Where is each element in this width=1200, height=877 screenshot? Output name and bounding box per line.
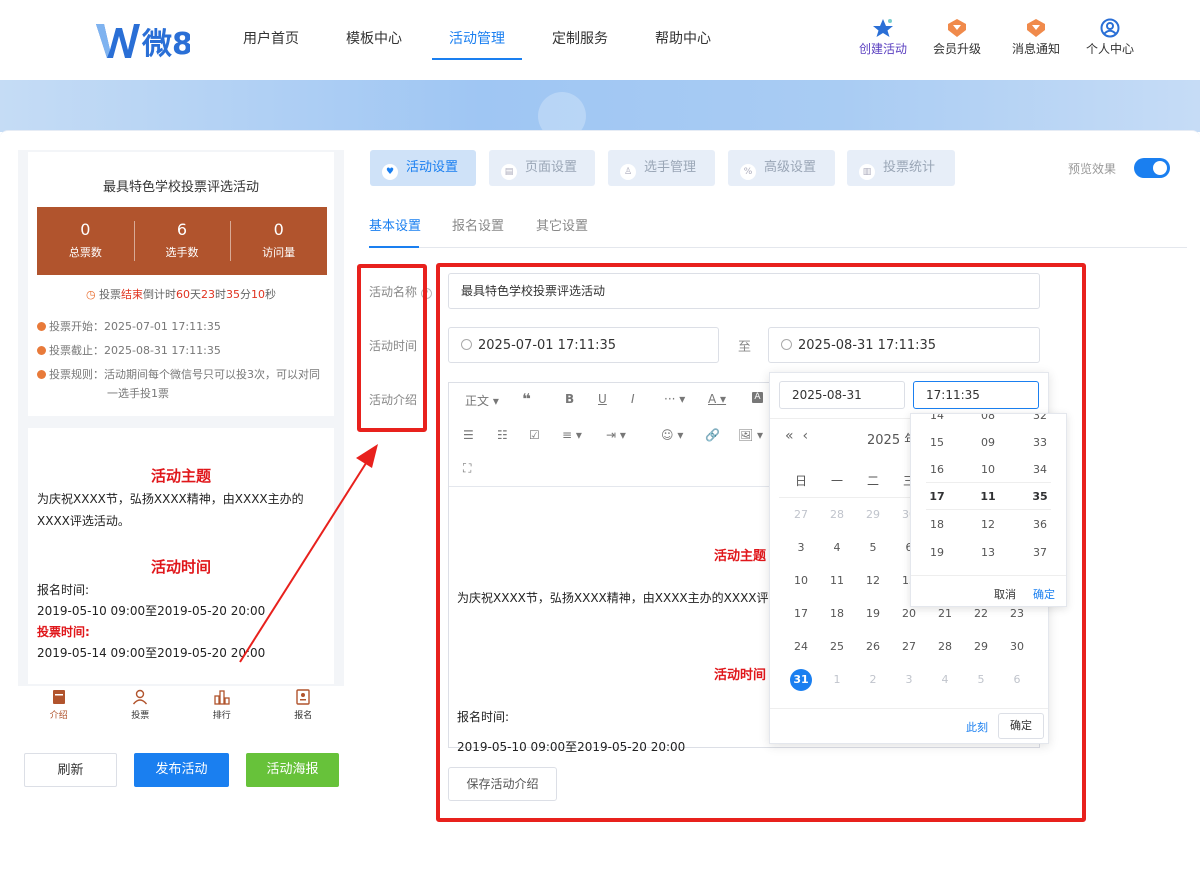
clock-icon: ◷ (85, 288, 96, 301)
stat-total-votes: 0 总票数 (68, 220, 102, 259)
subtab-other-settings[interactable]: 其它设置 (536, 215, 588, 234)
page-icon: ▤ (501, 164, 517, 180)
nav-active-underline (432, 58, 522, 60)
nav-help[interactable]: 帮助中心 (655, 28, 711, 48)
vote-end-info: 投票截止：2025-08-31 17:11:35 (37, 341, 327, 360)
star-icon (873, 19, 893, 37)
signup-icon (296, 689, 310, 705)
create-activity-label: 创建活动 (858, 42, 907, 56)
member-upgrade-label: 会员升级 (932, 42, 981, 56)
preview-tab-ranking[interactable]: 排行 (181, 686, 263, 726)
nav-custom-service[interactable]: 定制服务 (552, 28, 608, 48)
nav-home[interactable]: 用户首页 (243, 28, 299, 48)
vote-countdown: ◷ 投票结束倒计时60天23时35分10秒 (85, 288, 277, 301)
tab-page-settings[interactable]: ▤ 页面设置 (489, 150, 595, 186)
annotation-box-form (436, 263, 1086, 822)
tab-contestant-management[interactable]: ♙ 选手管理 (608, 150, 715, 186)
bullet-dot (37, 322, 46, 331)
bar-chart-icon (214, 690, 230, 705)
notifications-button[interactable]: 消息通知 (1006, 18, 1066, 57)
bullet-dot (37, 346, 46, 355)
tab-vote-statistics[interactable]: ▥ 投票统计 (847, 150, 955, 186)
bullet-dot (37, 370, 46, 379)
stat-contestants: 6 选手数 (133, 207, 231, 275)
preview-effect-label: 预览效果 (1068, 162, 1117, 176)
subtab-active-underline (369, 246, 419, 248)
subtab-divider (369, 247, 1187, 248)
logo-text: 微8 (141, 27, 190, 62)
annotation-box-labels (357, 264, 427, 432)
nav-activity-management[interactable]: 活动管理 (449, 28, 505, 48)
refresh-button[interactable]: 刷新 (24, 753, 117, 787)
preview-effect-toggle[interactable] (1134, 158, 1170, 178)
person-icon: ♙ (620, 164, 636, 180)
nav-templates[interactable]: 模板中心 (346, 28, 402, 48)
user-icon (1100, 18, 1120, 38)
publish-activity-button[interactable]: 发布活动 (134, 753, 229, 787)
percent-icon: % (740, 164, 756, 180)
stat-visits: 0 访问量 (230, 207, 327, 275)
subtab-basic-settings[interactable]: 基本设置 (369, 215, 421, 234)
heart-icon: ♥ (382, 164, 398, 180)
activity-poster-button[interactable]: 活动海报 (246, 753, 339, 787)
vote-start-info: 投票开始：2025-07-01 17:11:35 (37, 317, 327, 336)
document-icon (52, 690, 65, 704)
user-center-button[interactable]: 个人中心 (1080, 18, 1140, 57)
tab-advanced-settings[interactable]: % 高级设置 (728, 150, 835, 186)
user-center-label: 个人中心 (1085, 42, 1134, 56)
preview-title: 最具特色学校投票评选活动 (102, 180, 259, 195)
person-icon (133, 689, 148, 705)
diamond-badge-icon (948, 19, 966, 37)
header-banner (0, 80, 1200, 132)
stats-bar: 0 总票数 6 选手数 0 访问量 (37, 207, 327, 275)
notifications-label: 消息通知 (1011, 42, 1060, 56)
preview-tabbar: 介绍 投票 排行 报名 (18, 686, 344, 726)
annotation-arrow (239, 444, 378, 663)
preview-tab-vote[interactable]: 投票 (100, 686, 182, 726)
stats-icon: ▥ (859, 164, 875, 180)
preview-tab-signup[interactable]: 报名 (263, 686, 345, 726)
create-activity-button[interactable]: 创建活动 (853, 18, 913, 57)
member-upgrade-button[interactable]: 会员升级 (927, 18, 987, 57)
subtab-signup-settings[interactable]: 报名设置 (452, 215, 504, 234)
brand-logo[interactable]: 微8 (94, 18, 193, 62)
vote-rule-info: 投票规则：活动期间每个微信号只可以投3次，可以对同一选手投1票 (37, 365, 327, 403)
preview-tab-intro[interactable]: 介绍 (18, 686, 100, 726)
tab-activity-settings[interactable]: ♥ 活动设置 (370, 150, 476, 186)
diamond-badge-icon (1027, 19, 1045, 37)
